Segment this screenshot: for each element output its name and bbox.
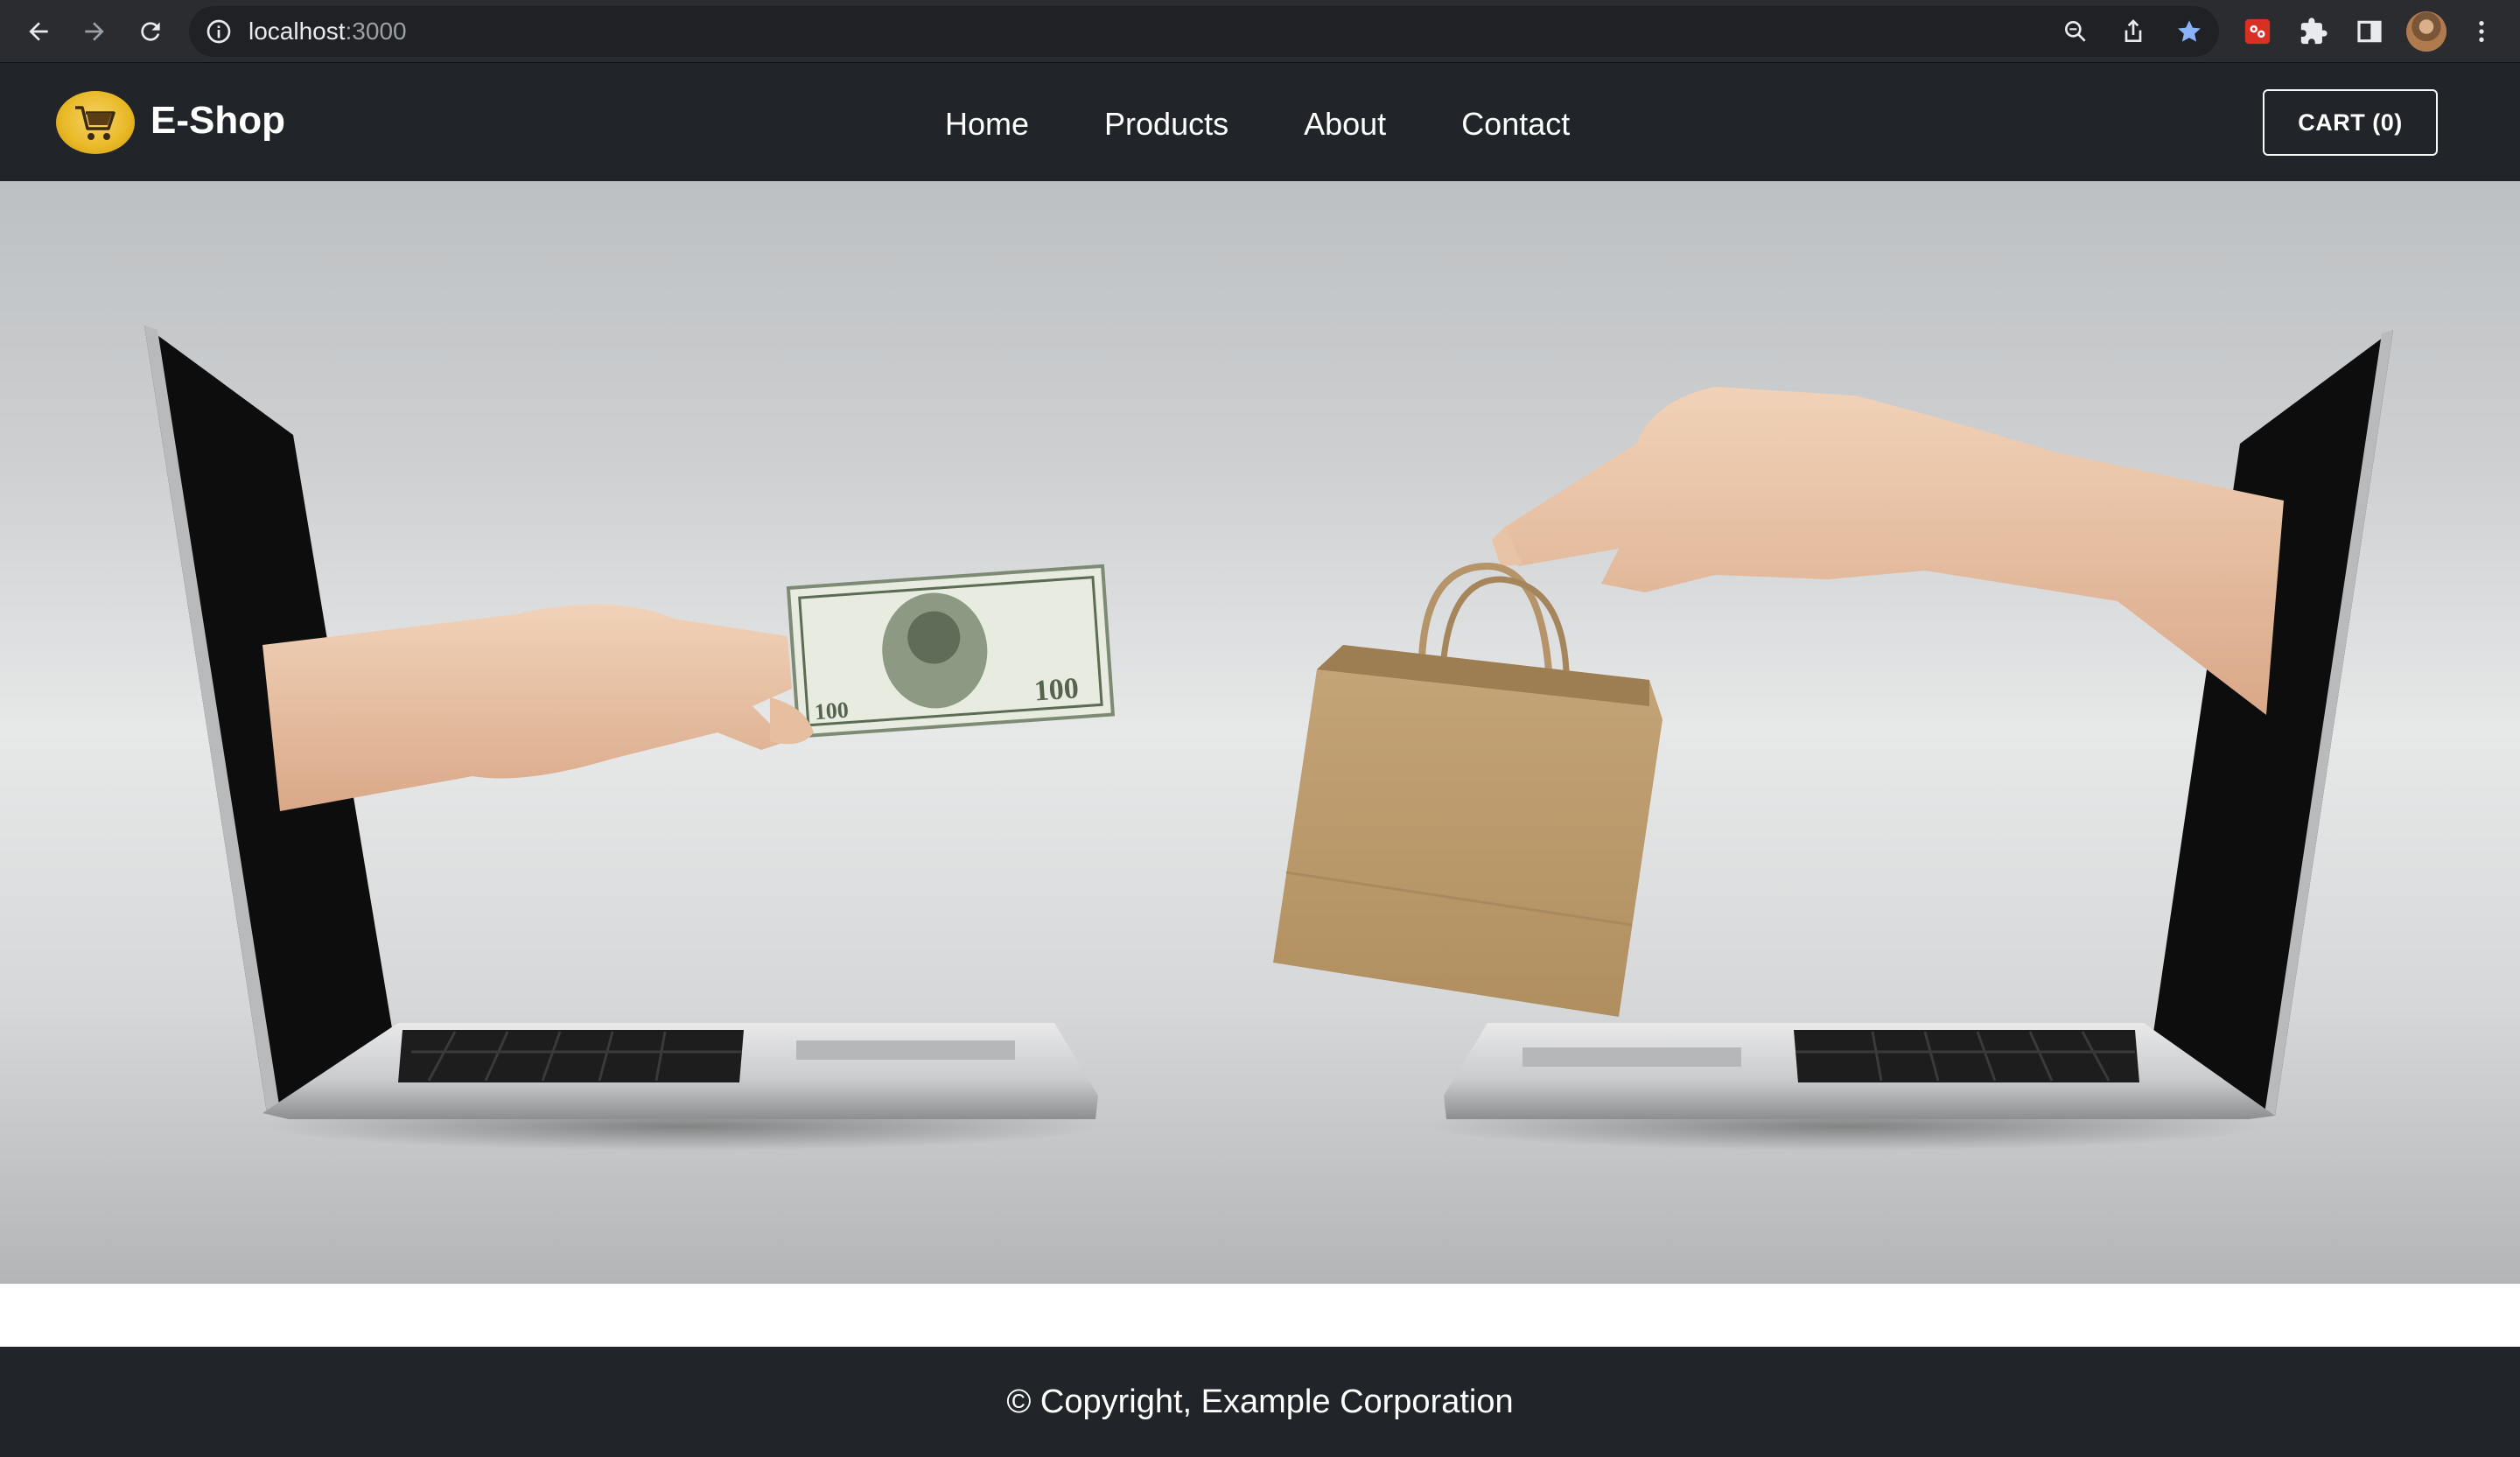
site-footer: © Copyright, Example Corporation [0, 1347, 2520, 1457]
bookmark-star-icon[interactable] [2175, 18, 2203, 46]
main-nav: Home Products About Contact [945, 105, 1570, 144]
browser-toolbar: localhost:3000 [0, 0, 2520, 63]
reload-icon[interactable] [131, 12, 170, 51]
url-host: localhost [248, 18, 346, 45]
hero-illustration: 100 100 [144, 326, 2393, 1151]
share-icon[interactable] [2119, 18, 2147, 46]
nav-link-about[interactable]: About [1304, 105, 1386, 144]
site-info-icon[interactable] [205, 18, 233, 46]
nav-link-contact[interactable]: Contact [1461, 105, 1570, 144]
address-bar[interactable]: localhost:3000 [189, 6, 2219, 57]
cart-button[interactable]: CART (0) [2263, 89, 2438, 156]
hero-image: 100 100 [0, 181, 2520, 1284]
forward-icon[interactable] [75, 12, 114, 51]
hand-with-cash: 100 100 [262, 564, 1116, 811]
side-panel-icon[interactable] [2352, 14, 2387, 49]
extensions-puzzle-icon[interactable] [2296, 14, 2331, 49]
url-port: :3000 [345, 18, 407, 45]
more-menu-icon[interactable] [2464, 14, 2499, 49]
back-icon[interactable] [19, 12, 58, 51]
cart-logo-icon[interactable] [56, 91, 135, 154]
profile-avatar[interactable] [2406, 11, 2446, 52]
svg-text:100: 100 [1033, 672, 1080, 707]
footer-copyright: © Copyright, Example Corporation [1006, 1383, 1514, 1420]
svg-text:100: 100 [814, 697, 850, 725]
zoom-icon[interactable] [2062, 18, 2090, 46]
brand-name[interactable]: E-Shop [150, 98, 285, 144]
site-navbar: E-Shop Home Products About Contact CART … [0, 63, 2520, 181]
url-text[interactable]: localhost:3000 [248, 6, 407, 57]
extension-red-icon[interactable] [2240, 14, 2275, 49]
hand-with-bag [1273, 387, 2284, 1017]
nav-link-home[interactable]: Home [945, 105, 1029, 144]
nav-link-products[interactable]: Products [1104, 105, 1228, 144]
